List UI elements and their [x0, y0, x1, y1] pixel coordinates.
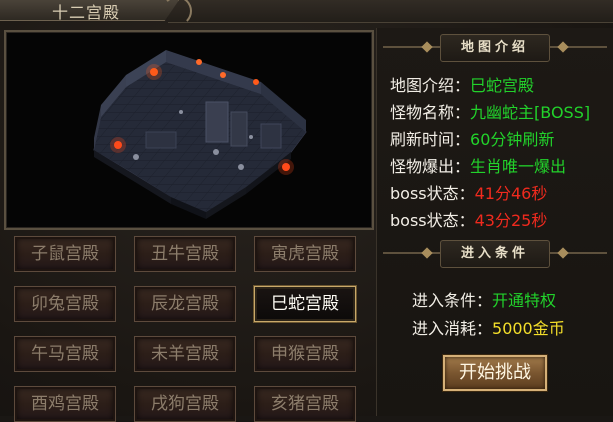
intro-row-boss-2: boss状态：43分25秒	[390, 207, 547, 231]
row-value: 41分46秒	[474, 184, 548, 203]
palace-button-rat[interactable]: 子鼠宫殿	[14, 236, 116, 272]
palace-button-ox[interactable]: 丑牛宫殿	[134, 236, 236, 272]
palace-button-monkey[interactable]: 申猴宫殿	[254, 336, 356, 372]
intro-row-boss-1: boss状态：41分46秒	[390, 180, 547, 204]
palace-button-snake[interactable]: 巳蛇宫殿	[254, 286, 356, 322]
diamond-icon	[421, 247, 433, 259]
entry-title: 进入条件	[439, 240, 551, 268]
cost-key: 进入消耗：	[412, 319, 493, 338]
palace-button-grid: 子鼠宫殿 丑牛宫殿 寅虎宫殿 卯兔宫殿 辰龙宫殿 巳蛇宫殿 午马宫殿 未羊宫殿 …	[4, 232, 370, 422]
condition-value: 开通特权	[492, 291, 557, 310]
cost-value: 5000金币	[492, 319, 565, 338]
condition-key: 进入条件：	[412, 291, 493, 310]
map-preview	[4, 30, 374, 230]
row-key: 刷新时间：	[390, 130, 471, 149]
intro-row-map: 地图介绍：巳蛇宫殿	[390, 72, 534, 96]
row-value: 生肖唯一爆出	[470, 157, 567, 176]
map-intro-title: 地图介绍	[439, 34, 551, 62]
window-title: 十二宫殿	[52, 3, 121, 22]
palace-button-goat[interactable]: 未羊宫殿	[134, 336, 236, 372]
info-panel: 地图介绍 地图介绍：巳蛇宫殿 怪物名称：九幽蛇主[BOSS] 刷新时间：60分钟…	[376, 28, 613, 416]
diamond-icon	[557, 247, 569, 259]
row-value: 巳蛇宫殿	[470, 76, 535, 95]
title-tab: 十二宫殿	[0, 0, 179, 21]
row-key: 怪物名称：	[390, 103, 471, 122]
row-key: 怪物爆出：	[390, 157, 471, 176]
diamond-icon	[557, 41, 569, 53]
title-bar	[168, 0, 613, 23]
row-value: 43分25秒	[474, 211, 548, 230]
palace-button-tiger[interactable]: 寅虎宫殿	[254, 236, 356, 272]
palace-button-pig[interactable]: 亥猪宫殿	[254, 386, 356, 422]
dungeon-map-image	[93, 50, 307, 219]
palace-button-horse[interactable]: 午马宫殿	[14, 336, 116, 372]
row-key: boss状态：	[390, 184, 475, 203]
row-value: 60分钟刷新	[470, 130, 555, 149]
entry-cost-row: 进入消耗：5000金币	[412, 315, 565, 339]
intro-row-drop: 怪物爆出：生肖唯一爆出	[390, 153, 566, 177]
palace-button-dragon[interactable]: 辰龙宫殿	[134, 286, 236, 322]
entry-condition-row: 进入条件：开通特权	[412, 287, 556, 311]
palace-button-rabbit[interactable]: 卯兔宫殿	[14, 286, 116, 322]
row-key: 地图介绍：	[390, 76, 471, 95]
palace-button-dog[interactable]: 戌狗宫殿	[134, 386, 236, 422]
palace-button-rooster[interactable]: 酉鸡宫殿	[14, 386, 116, 422]
intro-row-monster: 怪物名称：九幽蛇主[BOSS]	[390, 99, 590, 123]
row-key: boss状态：	[390, 211, 475, 230]
diamond-icon	[421, 41, 433, 53]
entry-header: 进入条件	[383, 240, 607, 268]
map-intro-header: 地图介绍	[383, 34, 607, 62]
palace-window: 十二宫殿 子鼠宫殿 丑牛宫殿 寅虎宫殿 卯兔宫殿 辰龙宫殿 巳蛇宫殿 午马宫殿 …	[0, 0, 613, 422]
start-challenge-button[interactable]: 开始挑战	[443, 355, 547, 391]
row-value: 九幽蛇主[BOSS]	[470, 103, 591, 122]
intro-row-refresh: 刷新时间：60分钟刷新	[390, 126, 554, 150]
